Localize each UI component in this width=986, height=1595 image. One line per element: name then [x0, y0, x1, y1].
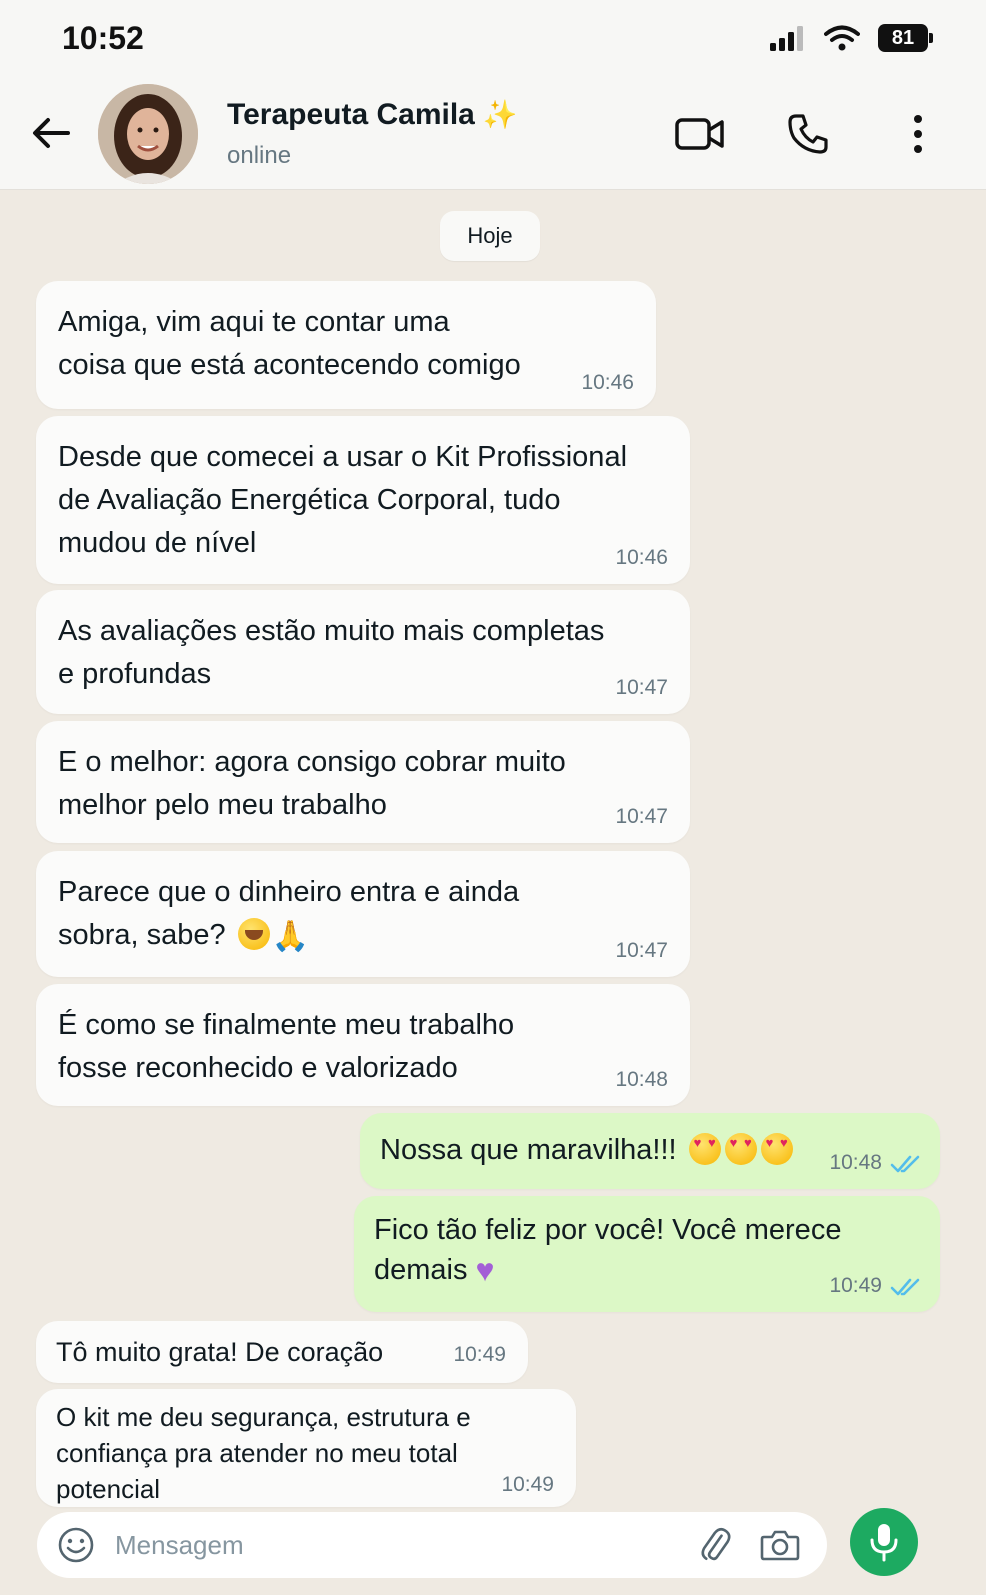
- contact-name-text: Terapeuta Camila: [227, 98, 475, 131]
- message-composer: [37, 1512, 827, 1578]
- message-line: fosse reconhecido e valorizado: [58, 1052, 458, 1084]
- message-time: 10:46: [581, 371, 634, 394]
- message-line-wrap: sobra, sabe? 🙏: [58, 914, 668, 958]
- message-line: Fico tão feliz por você! Você merece: [374, 1214, 842, 1246]
- message-in[interactable]: Desde que comecei a usar o Kit Profissio…: [36, 416, 690, 584]
- status-time: 10:52: [62, 20, 144, 56]
- message-in[interactable]: Amiga, vim aqui te contar uma coisa que …: [36, 281, 656, 409]
- status-icons: 81: [770, 24, 933, 52]
- message-input[interactable]: [115, 1520, 675, 1570]
- message-out[interactable]: Nossa que maravilha!!! 10:48: [360, 1113, 940, 1189]
- message-line: de Avaliação Energética Corporal, tudo: [58, 484, 561, 516]
- message-line: Desde que comecei a usar o Kit Profissio…: [58, 441, 628, 473]
- voice-call-button[interactable]: [782, 108, 834, 160]
- message-line: Tô muito grata! De coração: [56, 1337, 384, 1367]
- message-in[interactable]: E o melhor: agora consigo cobrar muito m…: [36, 721, 690, 843]
- message-time: 10:49: [453, 1343, 506, 1366]
- message-time: 10:49: [501, 1473, 554, 1496]
- message-line: e profundas: [58, 658, 212, 690]
- emoji-icon[interactable]: [57, 1526, 95, 1564]
- date-chip: Hoje: [440, 211, 540, 261]
- signal-icon: [770, 26, 803, 51]
- mic-button[interactable]: [850, 1508, 918, 1576]
- message-time: 10:47: [615, 805, 668, 828]
- back-arrow-icon[interactable]: [28, 110, 74, 156]
- heart-eyes-icon: [760, 1133, 793, 1165]
- heart-eyes-icon: [688, 1133, 721, 1165]
- message-out[interactable]: Fico tão feliz por você! Você merece dem…: [354, 1196, 940, 1312]
- message-line: Amiga, vim aqui te contar uma: [58, 306, 450, 338]
- message-time: 10:49: [829, 1274, 882, 1297]
- composer-bar: [0, 1508, 986, 1595]
- wifi-icon: [824, 25, 860, 51]
- double-check-icon: [890, 1278, 920, 1296]
- message-line: confiança pra atender no meu total: [56, 1438, 458, 1468]
- contact-name[interactable]: Terapeuta Camila ✨: [227, 98, 518, 132]
- message-line: E o melhor: agora consigo cobrar muito: [58, 746, 566, 778]
- phone-icon: [788, 114, 828, 154]
- contact-status: online: [227, 142, 292, 169]
- crying-face-icon: [237, 918, 270, 950]
- message-in[interactable]: As avaliações estão muito mais completas…: [36, 590, 690, 714]
- message-time: 10:48: [615, 1068, 668, 1091]
- video-call-button[interactable]: [674, 108, 726, 160]
- message-line: sobra, sabe?: [58, 919, 226, 951]
- message-line: demais: [374, 1254, 468, 1286]
- sparkle-icon: ✨: [482, 99, 518, 130]
- mic-icon: [870, 1524, 898, 1562]
- paperclip-icon[interactable]: [695, 1525, 735, 1565]
- video-call-icon: [675, 118, 724, 150]
- double-check-icon: [890, 1155, 920, 1173]
- message-line: mudou de nível: [58, 527, 257, 559]
- message-line: melhor pelo meu trabalho: [58, 789, 387, 821]
- message-time: 10:48: [829, 1151, 882, 1174]
- status-bar: 10:52 81: [0, 0, 986, 78]
- more-menu-icon: [914, 115, 922, 153]
- message-in[interactable]: O kit me deu segurança, estrutura e conf…: [36, 1389, 576, 1507]
- chat-screen: 10:52 81 Terapeuta Camila ✨ online Hoje …: [0, 0, 986, 1595]
- message-line: Nossa que maravilha!!!: [380, 1134, 677, 1166]
- message-in[interactable]: Parece que o dinheiro entra e ainda sobr…: [36, 851, 690, 977]
- chat-header: Terapeuta Camila ✨ online: [0, 78, 986, 190]
- message-line: É como se finalmente meu trabalho: [58, 1009, 515, 1041]
- avatar[interactable]: [98, 84, 198, 184]
- message-time: 10:46: [615, 546, 668, 569]
- message-time: 10:47: [615, 939, 668, 962]
- heart-eyes-icon: [724, 1133, 757, 1165]
- message-list[interactable]: Hoje Amiga, vim aqui te contar uma coisa…: [0, 191, 986, 1511]
- message-in[interactable]: Tô muito grata! De coração 10:49: [36, 1321, 528, 1383]
- message-time: 10:47: [615, 676, 668, 699]
- message-line: coisa que está acontecendo comigo: [58, 349, 521, 381]
- message-line: Parece que o dinheiro entra e ainda: [58, 876, 520, 908]
- purple-heart-icon: ♥: [475, 1252, 495, 1288]
- battery-icon: 81: [878, 24, 933, 52]
- praying-hands-icon: 🙏: [271, 920, 310, 953]
- more-menu-button[interactable]: [892, 108, 944, 160]
- message-line: O kit me deu segurança, estrutura e: [56, 1402, 471, 1432]
- message-in[interactable]: É como se finalmente meu trabalho fosse …: [36, 984, 690, 1106]
- camera-icon[interactable]: [759, 1524, 801, 1566]
- message-line: As avaliações estão muito mais completas: [58, 615, 605, 647]
- battery-level: 81: [891, 26, 915, 49]
- avatar-portrait: [98, 84, 198, 184]
- message-line: potencial: [56, 1474, 161, 1504]
